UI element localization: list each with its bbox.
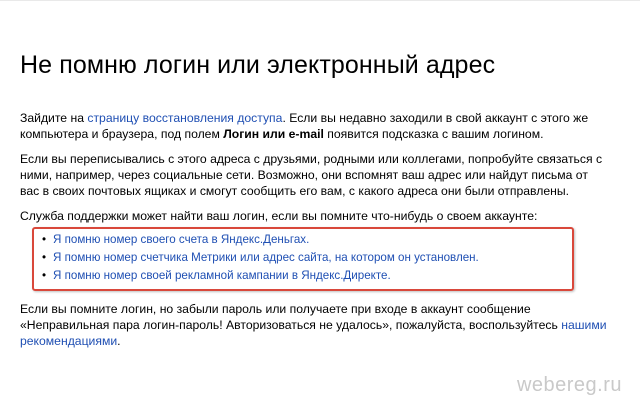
bullet: •	[42, 233, 47, 246]
support-option: • Я помню номер своей рекламной кампании…	[42, 268, 564, 284]
support-option-metrika-link[interactable]: Я помню номер счетчика Метрики или адрес…	[53, 251, 479, 264]
support-option: • Я помню номер своего счета в Яндекс.Де…	[42, 232, 564, 248]
support-option-yandex-money-link[interactable]: Я помню номер своего счета в Яндекс.День…	[53, 233, 309, 246]
paragraph-text: Если вы помните логин, но забыли пароль …	[20, 302, 562, 332]
paragraph-text: появится подсказка с вашим логином.	[323, 127, 544, 141]
paragraph-text: Зайдите на	[20, 111, 88, 125]
page-title: Не помню логин или электронный адрес	[20, 51, 496, 79]
support-option: • Я помню номер счетчика Метрики или адр…	[42, 250, 564, 266]
paragraph-recovery: Зайдите на страницу восстановления досту…	[20, 110, 610, 142]
top-divider	[0, 0, 640, 1]
paragraph-text: .	[117, 334, 121, 348]
support-option-direct-link[interactable]: Я помню номер своей рекламной кампании в…	[53, 269, 391, 282]
help-article: Зайдите на страницу восстановления досту…	[20, 110, 610, 358]
login-field-name: Логин или e-mail	[223, 127, 324, 141]
recovery-page-link[interactable]: страницу восстановления доступа	[87, 111, 282, 125]
watermark: webereg.ru	[516, 374, 622, 396]
support-options-list: • Я помню номер своего счета в Яндекс.Де…	[42, 232, 564, 284]
support-options-highlight: • Я помню номер своего счета в Яндекс.Де…	[32, 227, 574, 291]
paragraph-contacts: Если вы переписывались с этого адреса с …	[20, 152, 603, 198]
paragraph-support: Служба поддержки может найти ваш логин, …	[20, 209, 538, 223]
bullet: •	[42, 269, 47, 282]
bullet: •	[42, 251, 47, 264]
paragraph-password: Если вы помните логин, но забыли пароль …	[20, 301, 610, 349]
